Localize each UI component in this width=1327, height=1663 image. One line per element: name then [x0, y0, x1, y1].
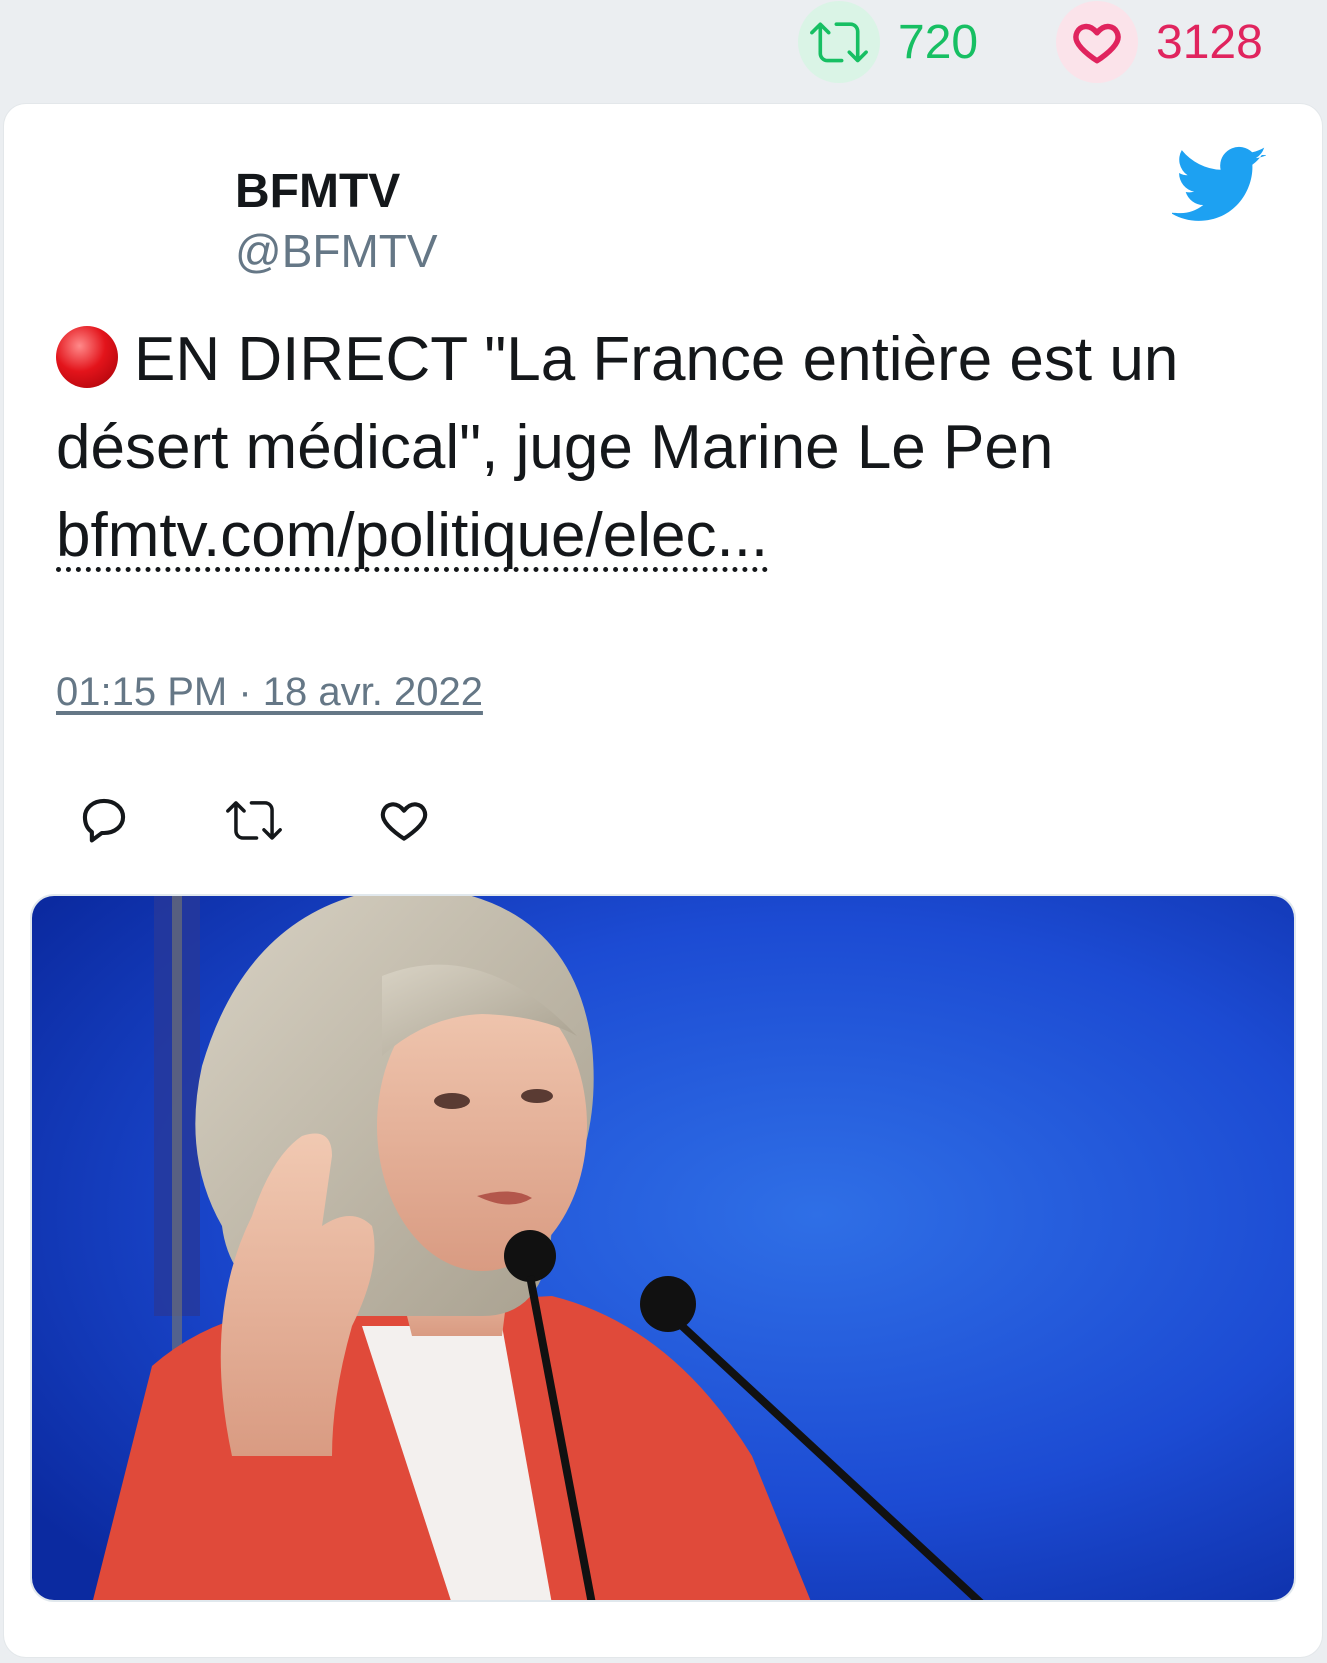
reply-icon[interactable] — [74, 790, 134, 850]
retweet-count: 720 — [898, 15, 979, 69]
author-handle[interactable]: @BFMTV — [235, 224, 438, 278]
tweet-card: BFMTV @BFMTV EN DIRECT "La France entièr… — [4, 104, 1322, 1657]
retweet-action-icon[interactable] — [224, 790, 284, 850]
article-link[interactable]: bfmtv.com/politique/elec... — [56, 505, 769, 572]
tweet-actions — [74, 790, 434, 850]
live-red-circle-icon — [56, 326, 118, 388]
tweet-text: EN DIRECT "La France entière est un dése… — [56, 316, 1296, 580]
like-count: 3128 — [1156, 15, 1263, 69]
tweet-media-photo[interactable] — [30, 894, 1296, 1602]
author-name[interactable]: BFMTV — [235, 164, 400, 219]
tweet-timestamp[interactable]: 01:15 PM · 18 avr. 2022 — [56, 670, 483, 715]
retweet-icon[interactable] — [798, 1, 880, 83]
tweet-body: EN DIRECT "La France entière est un dése… — [56, 325, 1179, 482]
heart-icon[interactable] — [1056, 1, 1138, 83]
press-conference-photo — [32, 896, 1294, 1600]
like-stat[interactable]: 3128 — [1056, 0, 1263, 84]
engagement-stats: 720 3128 — [0, 0, 1327, 100]
retweet-stat[interactable]: 720 — [798, 0, 978, 84]
twitter-bird-icon[interactable] — [1169, 146, 1267, 229]
like-icon[interactable] — [374, 790, 434, 850]
